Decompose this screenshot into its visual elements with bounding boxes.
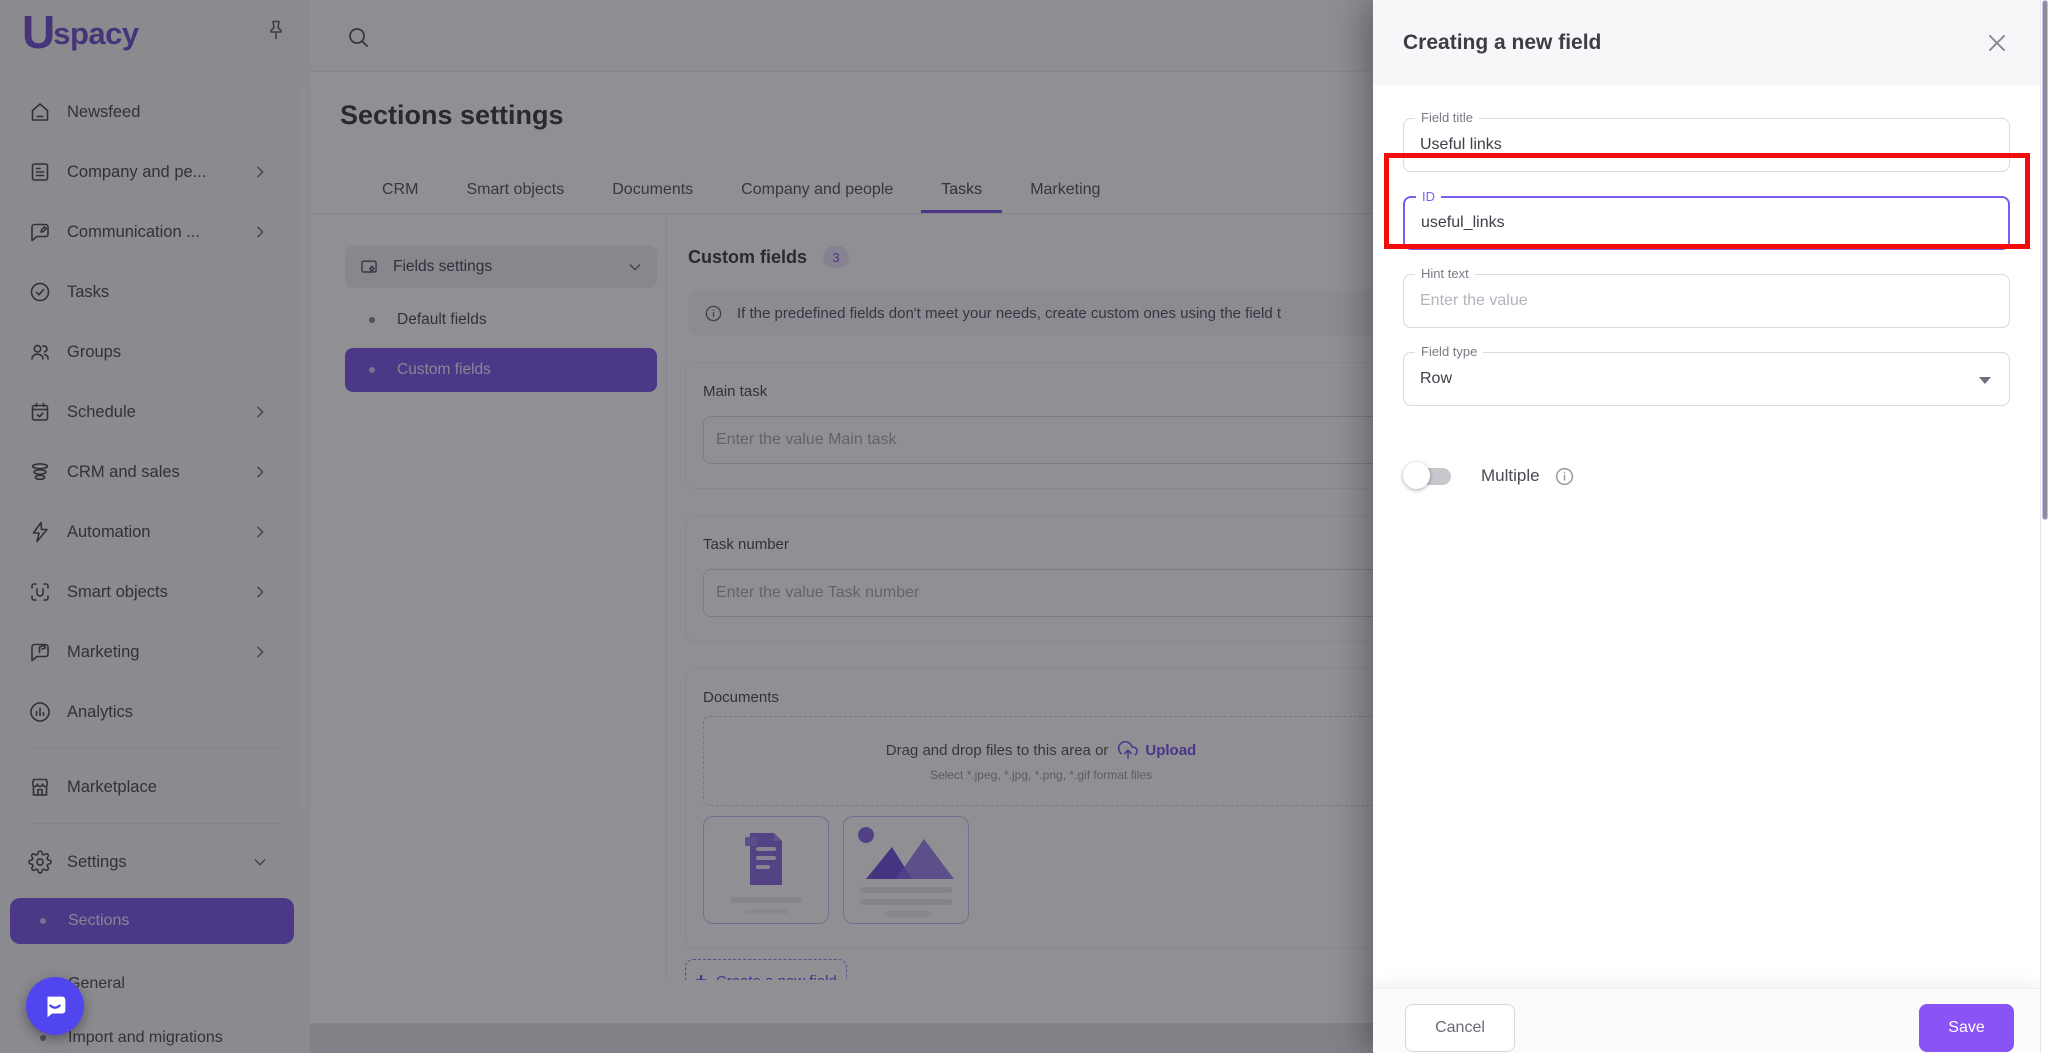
field-type-label: Field type [1415,344,1484,359]
modal-backdrop[interactable] [0,0,1373,1053]
id-input[interactable]: ID useful_links [1403,189,2010,250]
id-label: ID [1416,189,1441,204]
multiple-label: Multiple [1481,466,1540,485]
hint-text-label: Hint text [1415,266,1475,281]
scrollbar-thumb[interactable] [2042,0,2048,520]
page-scrollbar[interactable] [2040,0,2048,1053]
hint-text-input[interactable]: Hint text Enter the value [1403,266,2010,328]
hint-text-placeholder: Enter the value [1420,292,1528,309]
cancel-button[interactable]: Cancel [1405,1004,1515,1052]
drawer-header: Creating a new field [1373,0,2040,86]
chat-launcher-button[interactable] [26,977,84,1035]
save-button[interactable]: Save [1919,1004,2014,1052]
field-title-value: Useful links [1420,136,1502,153]
field-type-value: Row [1420,370,1453,387]
close-icon[interactable] [1984,30,2010,56]
field-title-input[interactable]: Field title Useful links [1403,110,2010,172]
field-title-label: Field title [1415,110,1480,125]
multiple-toggle[interactable] [1403,462,1453,490]
dropdown-caret-icon [1979,377,1991,384]
drawer-title: Creating a new field [1403,31,1602,54]
creating-new-field-drawer: Creating a new field Field title Useful … [1373,0,2040,1053]
id-value: useful_links [1421,214,1505,231]
field-type-select[interactable]: Field type Row [1403,344,2010,406]
drawer-body: Field title Useful links ID useful_links… [1373,86,2040,490]
info-icon[interactable] [1554,466,1575,487]
drawer-footer: Cancel Save [1373,988,2040,1053]
chat-bubble-icon [40,991,70,1021]
